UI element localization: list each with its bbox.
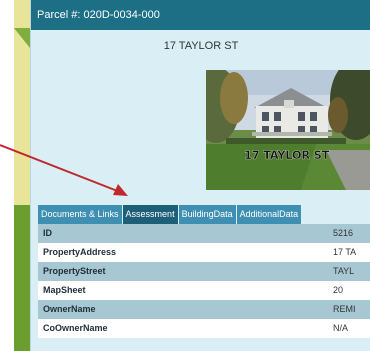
- parcel-number-label: Parcel #: 020D-0034-000: [37, 9, 160, 21]
- field-value: 5216: [333, 228, 354, 238]
- tab-label: AdditionalData: [239, 209, 299, 219]
- map-viewer: Parcel #: 020D-0034-000 17 TAYLOR ST 17 …: [0, 0, 370, 351]
- field-name: CoOwnerName: [43, 323, 108, 333]
- property-photo[interactable]: 17 TAYLOR ST: [206, 70, 370, 190]
- field-value: 17 TA: [333, 247, 357, 257]
- assessment-table: ID 5216 PropertyAddress 17 TA PropertySt…: [38, 224, 370, 338]
- tab-building-data[interactable]: BuildingData: [178, 205, 236, 224]
- field-name: PropertyAddress: [43, 247, 117, 257]
- tab-label: Assessment: [125, 209, 175, 219]
- field-name: PropertyStreet: [43, 266, 106, 276]
- house-photo-image: [206, 70, 370, 190]
- popup-header: Parcel #: 020D-0034-000: [31, 0, 370, 30]
- field-name: OwnerName: [43, 304, 96, 314]
- field-name: ID: [43, 228, 52, 238]
- table-row: OwnerName REMI: [38, 300, 370, 319]
- table-row: PropertyStreet TAYL: [38, 262, 370, 281]
- field-value: 20: [333, 285, 344, 295]
- table-row: MapSheet 20: [38, 281, 370, 300]
- popup-tabs: Documents & Links Assessment BuildingDat…: [38, 205, 302, 224]
- tab-label: BuildingData: [181, 209, 233, 219]
- field-value: N/A: [333, 323, 349, 333]
- table-row: ID 5216: [38, 224, 370, 243]
- table-row: PropertyAddress 17 TA: [38, 243, 370, 262]
- field-name: MapSheet: [43, 285, 86, 295]
- field-value: TAYL: [333, 266, 355, 276]
- table-row: CoOwnerName N/A: [38, 319, 370, 338]
- tab-documents-links[interactable]: Documents & Links: [38, 205, 122, 224]
- tab-assessment[interactable]: Assessment: [122, 205, 178, 224]
- photo-caption: 17 TAYLOR ST: [244, 148, 330, 162]
- tab-additional-data[interactable]: AdditionalData: [236, 205, 302, 224]
- map-background-green: [14, 205, 30, 351]
- field-value: REMI: [333, 304, 356, 314]
- property-address-title: 17 TAYLOR ST: [163, 40, 239, 52]
- tab-label: Documents & Links: [41, 209, 119, 219]
